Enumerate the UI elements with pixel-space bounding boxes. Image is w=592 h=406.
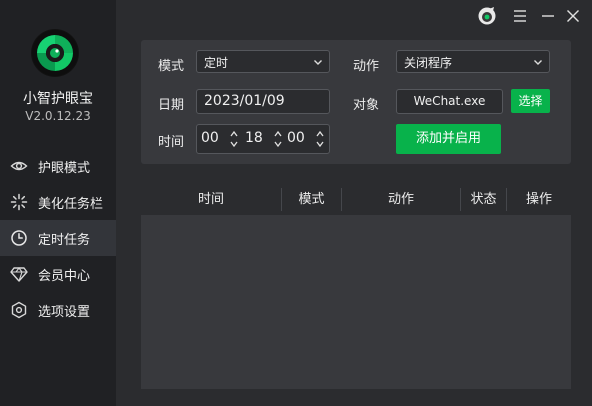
time-minute[interactable]: 18 xyxy=(245,130,263,146)
menu-icon xyxy=(510,6,530,26)
time-second[interactable]: 00 xyxy=(287,130,305,146)
sidebar-item-member-center[interactable]: 会员中心 xyxy=(0,256,116,292)
sidebar-item-eye-protection[interactable]: 护眼模式 xyxy=(0,148,116,184)
app-version: V2.0.12.23 xyxy=(25,109,91,123)
time-hour[interactable]: 00 xyxy=(201,130,219,146)
minute-spinner-icon[interactable] xyxy=(274,129,282,149)
column-header-time: 时间 xyxy=(197,192,224,207)
sidebar-item-label: 选项设置 xyxy=(38,305,91,320)
chevron-down-icon xyxy=(312,56,324,68)
column-header-action: 动作 xyxy=(387,192,414,207)
sparkle-icon xyxy=(10,193,28,211)
date-field[interactable]: 2023/01/09 xyxy=(196,89,330,114)
target-field[interactable]: WeChat.exe xyxy=(396,89,503,114)
minimize-button[interactable] xyxy=(538,6,558,26)
sidebar-item-settings[interactable]: 选项设置 xyxy=(0,292,116,328)
skin-icon xyxy=(477,6,497,26)
target-field-value: WeChat.exe xyxy=(413,94,486,108)
mode-label: 模式 xyxy=(158,59,185,74)
app-logo xyxy=(31,29,79,77)
sidebar-item-label: 护眼模式 xyxy=(38,161,91,176)
task-form-panel: 模式 定时 动作 关闭程序 日期 2023/01/09 对象 WeChat.ex… xyxy=(141,40,571,164)
action-select-value: 关闭程序 xyxy=(404,56,453,70)
table-header: 时间 模式 动作 状态 操作 xyxy=(141,184,571,215)
minimize-icon xyxy=(538,6,558,26)
sidebar-item-label: 定时任务 xyxy=(38,233,91,248)
task-table: 时间 模式 动作 状态 操作 xyxy=(141,184,571,389)
column-header-operation: 操作 xyxy=(525,192,552,207)
column-header-status: 状态 xyxy=(470,192,497,207)
chevron-down-icon xyxy=(532,56,544,68)
mode-select[interactable]: 定时 xyxy=(196,50,330,73)
sidebar-item-label: 美化任务栏 xyxy=(38,197,104,212)
date-field-value: 2023/01/09 xyxy=(204,93,285,109)
mode-select-value: 定时 xyxy=(204,56,229,70)
skin-button[interactable] xyxy=(477,6,497,26)
table-body xyxy=(141,215,571,389)
second-spinner-icon[interactable] xyxy=(316,129,324,149)
add-and-enable-button[interactable]: 添加并启用 xyxy=(396,124,501,154)
menu-button[interactable] xyxy=(510,6,530,26)
app-name: 小智护眼宝 xyxy=(23,91,93,107)
sidebar: 小智护眼宝 V2.0.12.23 护眼模式 美化任务栏 定时任务 会员中心 选项… xyxy=(0,0,116,406)
hexagon-settings-icon xyxy=(10,301,28,319)
close-icon xyxy=(563,6,583,26)
diamond-icon xyxy=(10,265,28,283)
sidebar-item-beautify-taskbar[interactable]: 美化任务栏 xyxy=(0,184,116,220)
choose-button[interactable]: 选择 xyxy=(511,89,550,113)
sidebar-item-scheduled-tasks[interactable]: 定时任务 xyxy=(0,220,116,256)
action-label: 动作 xyxy=(353,59,380,74)
action-select[interactable]: 关闭程序 xyxy=(396,50,550,73)
time-picker[interactable]: 00 18 00 xyxy=(196,124,330,154)
date-label: 日期 xyxy=(158,98,185,113)
eye-icon xyxy=(10,157,28,175)
target-label: 对象 xyxy=(353,98,380,113)
clock-icon xyxy=(10,229,28,247)
sidebar-item-label: 会员中心 xyxy=(38,269,91,284)
hour-spinner-icon[interactable] xyxy=(230,129,238,149)
time-label: 时间 xyxy=(158,135,185,150)
close-button[interactable] xyxy=(563,6,583,26)
column-header-mode: 模式 xyxy=(298,192,325,207)
